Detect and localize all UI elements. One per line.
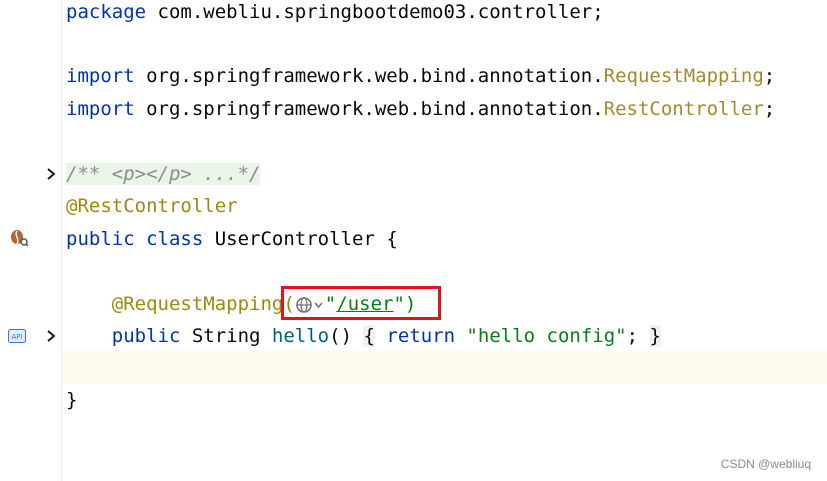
close-brace: } — [649, 325, 661, 347]
code-line-rest-controller[interactable]: @RestController — [62, 190, 827, 222]
code-line-request-mapping[interactable]: @RequestMapping("/user") — [62, 288, 827, 320]
code-line-import-2[interactable]: import org.springframework.web.bind.anno… — [62, 93, 827, 125]
code-line-class-decl[interactable]: public class UserController { — [62, 223, 827, 255]
import-class: RequestMapping — [603, 65, 764, 87]
import-keyword: import — [66, 98, 135, 120]
package-name: com.webliu.springbootdemo03.controller; — [146, 1, 604, 23]
code-line-import-1[interactable]: import org.springframework.web.bind.anno… — [62, 60, 827, 92]
svg-text:API: API — [11, 333, 22, 341]
public-keyword: public — [66, 228, 135, 250]
class-name: UserController — [203, 228, 387, 250]
current-line-highlight — [62, 351, 827, 384]
package-keyword: package — [66, 1, 147, 23]
watermark: CSDN @webliuq — [720, 457, 811, 471]
method-parens: () — [329, 325, 353, 347]
code-line-package[interactable]: package com.webliu.springbootdemo03.cont… — [62, 0, 827, 28]
highlight-box — [281, 286, 441, 320]
return-keyword: return — [386, 325, 456, 347]
class-keyword: class — [146, 228, 204, 250]
fold-expand-icon[interactable] — [44, 329, 58, 343]
code-line-class-close[interactable]: } — [62, 384, 827, 416]
import-class: RestController — [603, 98, 764, 120]
open-brace: { — [386, 228, 398, 250]
method-name: hello — [271, 325, 330, 347]
request-mapping-annotation: @RequestMapping( — [111, 293, 295, 315]
import-keyword: import — [66, 65, 135, 87]
public-keyword: public — [111, 325, 181, 347]
spring-bean-icon[interactable] — [9, 228, 29, 248]
semicolon: ; — [763, 98, 776, 120]
import-path: org.springframework.web.bind.annotation. — [134, 65, 604, 87]
return-value: "hello config" — [466, 325, 627, 347]
semicolon: ; — [626, 325, 639, 347]
string-type: String — [180, 325, 272, 347]
semicolon: ; — [763, 65, 776, 87]
code-line-doc-comment[interactable]: /** <p></p> ...*/ — [62, 158, 827, 190]
fold-expand-icon[interactable] — [44, 167, 58, 181]
rest-controller-annotation: @RestController — [66, 195, 238, 217]
code-line-method[interactable]: public String hello() { return "hello co… — [62, 320, 827, 352]
editor-gutter: API — [0, 0, 62, 481]
import-path: org.springframework.web.bind.annotation. — [134, 98, 604, 120]
close-brace: } — [66, 389, 78, 411]
open-brace: { — [363, 325, 375, 347]
folded-doc-comment[interactable]: /** <p></p> ...*/ — [66, 163, 261, 185]
code-editor[interactable]: package com.webliu.springbootdemo03.cont… — [62, 0, 827, 481]
api-endpoint-icon[interactable]: API — [8, 329, 26, 343]
